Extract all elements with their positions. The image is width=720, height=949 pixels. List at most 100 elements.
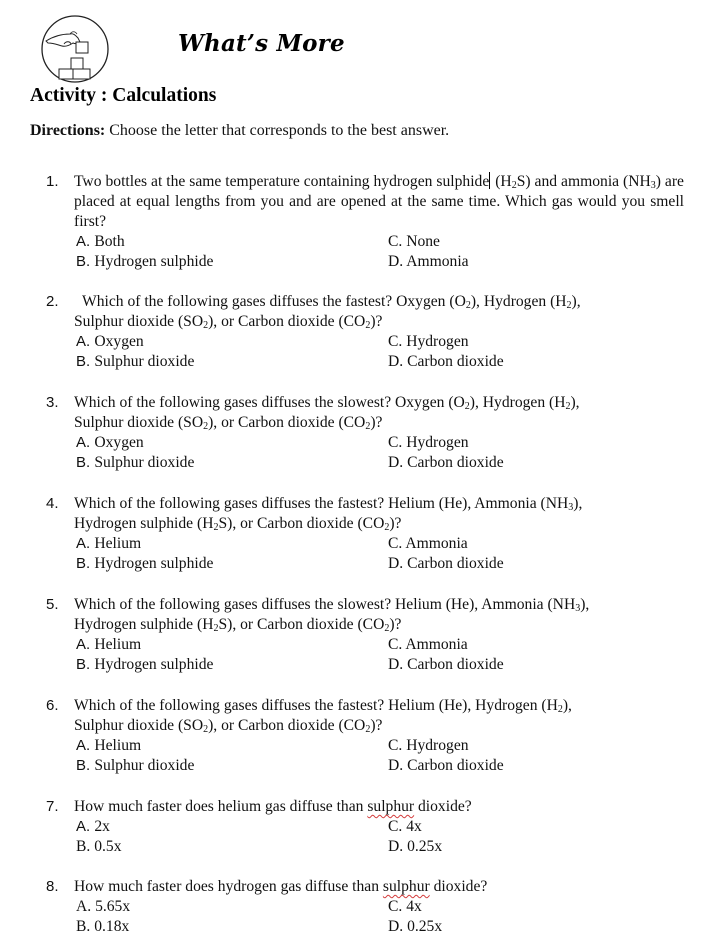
option-text: 0.18x (94, 918, 130, 935)
option-text: Hydrogen sulphide (94, 253, 214, 270)
question-stem-line-2: Sulphur dioxide (SO2), or Carbon dioxide… (74, 413, 684, 433)
option-text: Hydrogen sulphide (94, 555, 214, 572)
option-b[interactable]: B. 0.18x (76, 917, 129, 937)
stem-text: )? (370, 414, 383, 431)
option-letter: D. (388, 454, 408, 471)
option-a[interactable]: A. Oxygen (76, 332, 144, 352)
stem-text: Sulphur dioxide (SO (74, 414, 204, 431)
stem-text: Hydrogen sulphide (H (74, 515, 214, 532)
spellcheck-flagged-word[interactable]: sulphur (367, 798, 414, 815)
question-number: 8. (46, 878, 59, 895)
option-c[interactable]: C. Hydrogen (388, 332, 469, 352)
option-b[interactable]: B. 0.5x (76, 837, 122, 857)
option-letter: C. (388, 898, 407, 915)
stem-text: (H (491, 173, 512, 190)
stem-text: dioxide? (429, 878, 488, 895)
question-stem: Two bottles at the same temperature cont… (74, 172, 684, 232)
option-letter: C. (388, 434, 407, 451)
question-stem: Which of the following gases diffuses th… (74, 494, 684, 514)
question-number: 1. (46, 173, 59, 190)
option-a[interactable]: A. Both (76, 232, 125, 252)
spellcheck-flagged-word[interactable]: sulphur (383, 878, 430, 895)
question-stem-line-2: Sulphur dioxide (SO2), or Carbon dioxide… (74, 716, 684, 736)
question-stem: How much faster does helium gas diffuse … (74, 797, 684, 817)
question-stem-line-2: Hydrogen sulphide (H2S), or Carbon dioxi… (74, 615, 684, 635)
question-number: 3. (46, 394, 59, 411)
option-text: Helium (94, 737, 142, 754)
option-d[interactable]: D. Carbon dioxide (388, 655, 504, 675)
question-stem-line-2: Hydrogen sulphide (H2S), or Carbon dioxi… (74, 514, 684, 534)
question-stem: Which of the following gases diffuses th… (74, 696, 684, 716)
stem-text: )? (389, 616, 402, 633)
option-b[interactable]: B. Sulphur dioxide (76, 352, 194, 372)
question-number: 6. (46, 697, 59, 714)
stem-text: ), Hydrogen (H (470, 293, 567, 310)
stem-text: ), (573, 495, 583, 512)
stem-text: )? (389, 515, 402, 532)
page-title: What’s More (178, 30, 345, 57)
option-d[interactable]: D. Carbon dioxide (388, 756, 504, 776)
option-c[interactable]: C. None (388, 232, 440, 252)
option-a[interactable]: A. Helium (76, 635, 141, 655)
option-a[interactable]: A. Helium (76, 736, 141, 756)
stem-text: Which of the following gases diffuses th… (74, 495, 569, 512)
option-letter: A. (76, 535, 95, 552)
option-d[interactable]: D. Carbon dioxide (388, 352, 504, 372)
option-c[interactable]: C. Hydrogen (388, 736, 469, 756)
option-text: Sulphur dioxide (94, 454, 195, 471)
stem-text: ), (570, 394, 580, 411)
option-a[interactable]: A. Helium (76, 534, 141, 554)
stem-text: Which of the following gases diffuses th… (82, 293, 466, 310)
option-text: None (406, 233, 440, 250)
stem-text: Sulphur dioxide (SO (74, 313, 204, 330)
question-stem: Which of the following gases diffuses th… (74, 595, 684, 615)
option-letter: C. (388, 737, 407, 754)
stem-text: Hydrogen sulphide (H (74, 616, 214, 633)
option-letter: B. (76, 555, 95, 572)
stem-text: ), (571, 293, 581, 310)
option-b[interactable]: B. Sulphur dioxide (76, 453, 194, 473)
option-a[interactable]: A. 2x (76, 817, 110, 837)
option-letter: B. (76, 454, 95, 471)
option-c[interactable]: C. Ammonia (388, 635, 468, 655)
option-text: Ammonia (405, 535, 468, 552)
option-text: Carbon dioxide (407, 757, 504, 774)
activity-heading: Activity : Calculations (30, 85, 217, 106)
option-text: Carbon dioxide (407, 353, 504, 370)
stem-text: ), Hydrogen (H (469, 394, 566, 411)
option-b[interactable]: B. Hydrogen sulphide (76, 252, 213, 272)
option-text: Both (94, 233, 125, 250)
option-b[interactable]: B. Sulphur dioxide (76, 756, 194, 776)
question-stem-line-2: Sulphur dioxide (SO2), or Carbon dioxide… (74, 312, 684, 332)
option-c[interactable]: C. 4x (388, 897, 422, 917)
question-number: 4. (46, 495, 59, 512)
option-letter: B. (76, 757, 95, 774)
stem-text: )? (370, 313, 383, 330)
option-letter: A. (76, 818, 95, 835)
option-c[interactable]: C. 4x (388, 817, 422, 837)
option-a[interactable]: A. 5.65x (76, 897, 130, 917)
option-letter: B. (76, 253, 95, 270)
directions: Directions: Choose the letter that corre… (30, 122, 449, 140)
option-text: Hydrogen (406, 333, 469, 350)
option-d[interactable]: D. 0.25x (388, 917, 442, 937)
option-b[interactable]: B. Hydrogen sulphide (76, 554, 213, 574)
option-d[interactable]: D. Carbon dioxide (388, 453, 504, 473)
stem-text: ), or Carbon dioxide (CO (208, 414, 366, 431)
option-text: 0.5x (94, 838, 122, 855)
option-d[interactable]: D. Ammonia (388, 252, 469, 272)
option-c[interactable]: C. Ammonia (388, 534, 468, 554)
option-a[interactable]: A. Oxygen (76, 433, 144, 453)
option-text: Sulphur dioxide (94, 353, 195, 370)
option-d[interactable]: D. 0.25x (388, 837, 442, 857)
option-text: 2x (94, 818, 110, 835)
option-c[interactable]: C. Hydrogen (388, 433, 469, 453)
option-text: 0.25x (407, 918, 443, 935)
option-text: 4x (406, 898, 422, 915)
stem-text: S) and ammonia (NH (516, 173, 651, 190)
option-letter: D. (388, 656, 408, 673)
stem-text: Which of the following gases diffuses th… (74, 394, 465, 411)
option-d[interactable]: D. Carbon dioxide (388, 554, 504, 574)
option-b[interactable]: B. Hydrogen sulphide (76, 655, 213, 675)
question-number: 7. (46, 798, 59, 815)
